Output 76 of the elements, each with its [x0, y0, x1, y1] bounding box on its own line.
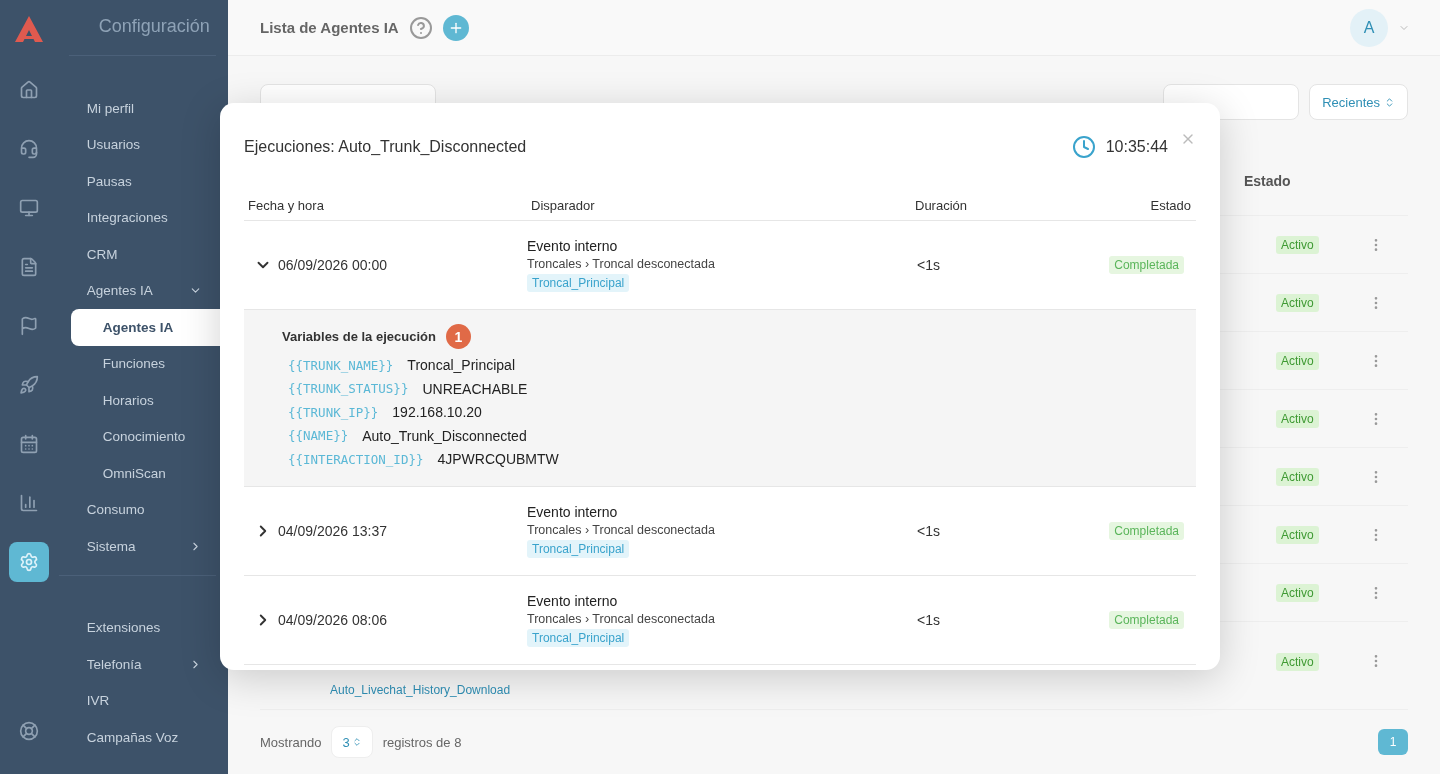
sidebar-item[interactable]: Campañas Voz	[58, 719, 216, 756]
trigger-title: Evento interno	[527, 504, 618, 520]
duration: <1s	[916, 257, 941, 273]
add-button[interactable]	[442, 14, 469, 41]
sidebar-item[interactable]: Extensiones	[58, 609, 216, 646]
duration: <1s	[916, 612, 941, 628]
help-icon[interactable]	[408, 15, 433, 40]
sidebar-title: Configuración	[68, 16, 216, 56]
sidebar-item[interactable]: Integraciones	[58, 199, 216, 236]
execution-datetime: 06/09/2026 00:00	[278, 257, 387, 273]
column-header: Duración	[914, 198, 969, 213]
variable-key: {{TRUNK_IP}}	[288, 404, 379, 420]
variable-value: 192.168.10.20	[392, 404, 482, 421]
showing-label: Mostrando	[260, 734, 322, 750]
variable-key: {{NAME}}	[288, 428, 349, 444]
sidebar-item[interactable]: Agentes IA	[58, 272, 216, 309]
filter-dropdown[interactable]: Recientes	[1309, 84, 1408, 120]
sidebar-item[interactable]: Horarios	[70, 382, 216, 419]
trunk-tag: Troncal_Principal	[527, 274, 630, 292]
trigger-title: Evento interno	[527, 593, 618, 609]
sidebar-item[interactable]: Conocimiento	[70, 418, 216, 455]
status-tag: Activo	[1276, 525, 1319, 544]
sidebar-item[interactable]: Usuarios	[58, 126, 216, 163]
status-tag: Activo	[1276, 351, 1319, 370]
page-title: Lista de Agentes IA	[260, 19, 399, 36]
clock-icon	[1071, 135, 1096, 159]
status-tag: Completada	[1109, 611, 1184, 629]
trigger-path: Troncales › Troncal desconectada	[527, 612, 715, 626]
column-header: Fecha y hora	[247, 198, 325, 213]
logo	[13, 14, 46, 44]
sidebar-item[interactable]: Pausas	[58, 163, 216, 200]
column-header: Estado	[1244, 172, 1291, 189]
records-label: registros de 8	[382, 734, 462, 750]
agent-name[interactable]: Auto_Livechat_History_Download	[330, 683, 1276, 697]
variable-key: {{TRUNK_NAME}}	[288, 357, 394, 373]
status-tag: Activo	[1276, 409, 1319, 428]
sidebar-item[interactable]: Consumo	[58, 491, 216, 528]
status-tag: Activo	[1276, 467, 1319, 486]
sidebar-item[interactable]: Telefonía	[58, 646, 216, 683]
variable-key: {{INTERACTION_ID}}	[288, 451, 424, 467]
dialog-title: Ejecuciones: Auto_Trunk_Disconnected	[244, 138, 528, 156]
sidebar-item[interactable]: Sistema	[58, 528, 216, 565]
variable-value: 4JPWRCQUBMTW	[437, 451, 559, 468]
status-tag: Activo	[1276, 653, 1319, 671]
trigger-title: Evento interno	[527, 238, 618, 254]
sidebar-item[interactable]: IVR	[58, 682, 216, 719]
sort-icon	[1384, 96, 1395, 108]
variable-value: Auto_Trunk_Disconnected	[362, 427, 527, 444]
sidebar-item[interactable]: Funciones	[70, 345, 216, 382]
execution-datetime: 04/09/2026 13:37	[278, 523, 387, 539]
trigger-path: Troncales › Troncal desconectada	[527, 523, 715, 537]
sidebar-item[interactable]: CRM	[58, 236, 216, 273]
variables-title: Variables de la ejecución	[282, 329, 436, 344]
sidebar-item[interactable]: Mi perfil	[58, 90, 216, 127]
variable-value: UNREACHABLE	[422, 380, 528, 397]
clock-time: 10:35:44	[1105, 138, 1168, 156]
trigger-path: Troncales › Troncal desconectada	[527, 257, 715, 271]
status-tag: Activo	[1276, 293, 1319, 312]
sort-icon	[351, 737, 362, 747]
status-tag: Completada	[1109, 256, 1184, 274]
status-tag: Activo	[1276, 583, 1319, 602]
sidebar-item[interactable]: OmniScan	[70, 455, 216, 492]
duration: <1s	[916, 523, 941, 539]
trunk-tag: Troncal_Principal	[527, 540, 630, 558]
status-tag: Activo	[1276, 235, 1319, 254]
column-header: Disparador	[530, 198, 596, 213]
column-header: Estado	[1149, 198, 1192, 213]
trunk-tag: Troncal_Principal	[527, 629, 630, 647]
variable-value: Troncal_Principal	[407, 357, 515, 374]
user-avatar[interactable]: A	[1350, 8, 1388, 47]
variable-key: {{TRUNK_STATUS}}	[288, 381, 409, 397]
nav-icon[interactable]	[9, 542, 50, 582]
step-badge: 1	[445, 324, 471, 349]
execution-datetime: 04/09/2026 08:06	[278, 612, 387, 628]
page-size-select[interactable]: 3	[331, 726, 373, 758]
status-tag: Completada	[1109, 522, 1184, 540]
